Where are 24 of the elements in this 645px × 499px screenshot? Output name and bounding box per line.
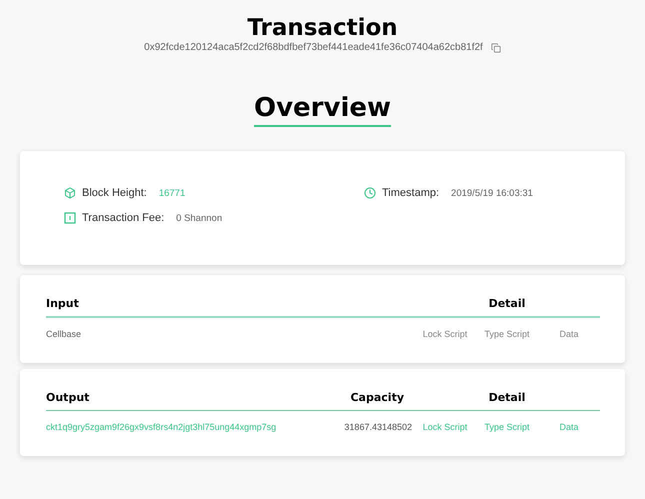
detail-link[interactable]: Data <box>538 411 600 432</box>
column-header: Input <box>46 297 414 318</box>
section-heading: Overview <box>254 93 392 127</box>
column-header: Detail <box>414 297 600 318</box>
field-label: Timestamp: <box>382 187 440 199</box>
detail-link[interactable]: Type Script <box>476 411 538 432</box>
address-link[interactable]: ckt1q9gry5zgam9f26gx9vsf8rs4n2jgt3hl75ung44xgmp7sg <box>46 411 330 432</box>
copy-button[interactable] <box>490 42 501 52</box>
page-title: Transaction <box>247 14 398 42</box>
clock-icon <box>364 187 376 199</box>
detail-link[interactable]: Lock Script <box>414 411 476 432</box>
column-header: Output <box>46 391 330 411</box>
column-header: Capacity <box>330 391 414 411</box>
field-value: 2019/5/19 16:03:31 <box>451 188 533 198</box>
column-header: Detail <box>414 391 600 411</box>
field-value[interactable]: 16771 <box>158 188 186 198</box>
square-icon <box>64 212 76 224</box>
cube-icon <box>64 187 76 199</box>
capacity-value: 31867.43148502 <box>343 421 413 432</box>
transaction-hash: 0x92fcde120124aca5f2cd2f68bdfbef73bef441eade41fe36c07404a62cb81f2f <box>144 42 483 53</box>
field-value: 0 Shannon <box>176 212 222 224</box>
address-text: Cellbase <box>46 328 82 339</box>
field-label: Block Height: <box>82 187 147 199</box>
field-label: Transaction Fee: <box>82 212 164 224</box>
